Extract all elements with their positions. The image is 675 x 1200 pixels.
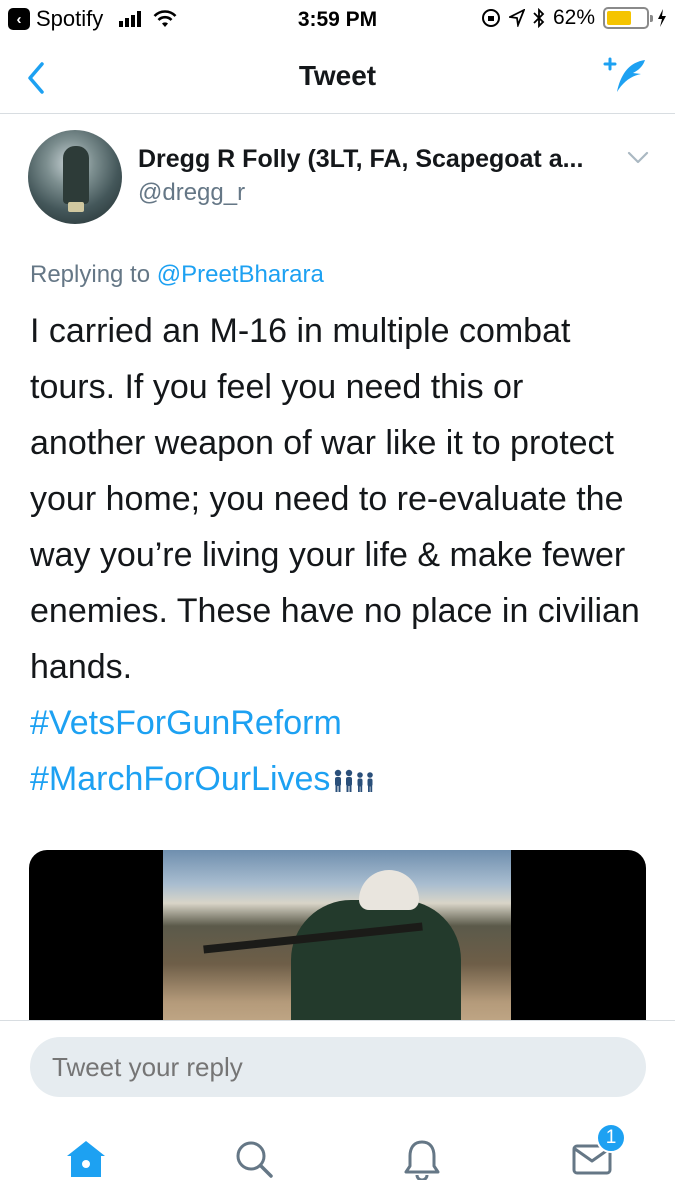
messages-badge: 1 bbox=[596, 1123, 626, 1153]
battery-percent: 62% bbox=[552, 6, 595, 29]
caret-down-icon[interactable] bbox=[627, 151, 649, 165]
family-emoji-icon bbox=[335, 769, 374, 793]
status-right: 62% bbox=[481, 6, 667, 30]
replying-to-label: Replying to bbox=[30, 261, 157, 288]
tab-bar: 1 bbox=[0, 1115, 675, 1200]
hashtag-link[interactable]: #MarchForOurLives bbox=[30, 760, 330, 798]
charging-icon bbox=[658, 9, 666, 27]
hashtag-row: #MarchForOurLives bbox=[30, 751, 645, 807]
hashtag-link[interactable]: #VetsForGunReform bbox=[30, 695, 645, 751]
avatar[interactable] bbox=[28, 130, 122, 224]
user-handle[interactable]: @dregg_r bbox=[138, 179, 245, 207]
tab-home[interactable] bbox=[60, 1133, 112, 1185]
page-title: Tweet bbox=[298, 60, 377, 91]
reply-bar bbox=[0, 1020, 675, 1115]
tab-messages[interactable]: 1 bbox=[566, 1123, 626, 1185]
tweet-body: I carried an M-16 in multiple combat tou… bbox=[30, 312, 640, 686]
tweet-text: I carried an M-16 in multiple combat tou… bbox=[30, 303, 645, 807]
nav-bar: Tweet bbox=[0, 40, 675, 114]
replying-to: Replying to @PreetBharara bbox=[30, 261, 324, 289]
tab-search[interactable] bbox=[228, 1133, 280, 1185]
status-bar: ‹ Spotify 3:59 PM 62% bbox=[0, 0, 675, 40]
replying-to-mention[interactable]: @PreetBharara bbox=[157, 261, 324, 288]
video-frame bbox=[163, 850, 511, 1020]
video-thumbnail[interactable] bbox=[29, 850, 646, 1020]
home-icon bbox=[67, 1141, 105, 1177]
bell-icon bbox=[404, 1140, 440, 1180]
compose-tweet-icon[interactable] bbox=[601, 54, 649, 98]
orientation-lock-icon bbox=[481, 9, 500, 27]
battery-icon bbox=[603, 7, 653, 29]
location-icon bbox=[508, 9, 525, 27]
reply-input[interactable] bbox=[30, 1037, 646, 1097]
user-display-name[interactable]: Dregg R Folly (3LT, FA, Scapegoat a... bbox=[138, 145, 628, 174]
tweet-detail: Dregg R Folly (3LT, FA, Scapegoat a... @… bbox=[0, 115, 675, 1020]
bluetooth-icon bbox=[533, 8, 545, 28]
search-icon bbox=[236, 1141, 273, 1178]
tab-notifications[interactable] bbox=[396, 1133, 448, 1185]
